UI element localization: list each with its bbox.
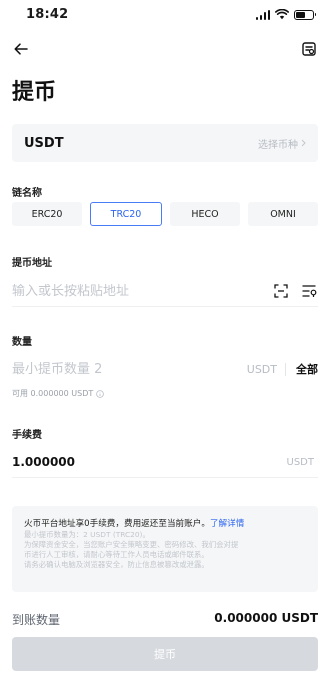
address-divider (12, 306, 318, 307)
chain-option-omni[interactable]: OMNI (248, 202, 318, 226)
address-input[interactable] (12, 283, 232, 299)
coin-selector[interactable]: USDT 选择币种 (12, 124, 318, 162)
fee-divider (12, 477, 318, 478)
notice-line: 请务必确认电脑及浏览器安全，防止信息被篡改或泄露。 (24, 560, 209, 569)
chain-options: ERC20 TRC20 HECO OMNI (12, 202, 318, 226)
fee-unit: USDT (286, 457, 314, 468)
amount-row: USDT 全部 (12, 359, 318, 379)
chain-label: 链名称 (12, 188, 42, 199)
status-icons (255, 9, 316, 20)
status-bar: 18:42 (0, 0, 332, 30)
scan-icon[interactable] (274, 284, 288, 298)
address-row (12, 280, 318, 302)
status-time: 18:42 (26, 7, 69, 22)
withdraw-all-button[interactable]: 全部 (286, 361, 318, 377)
coin-select-hint: 选择币种 (258, 136, 306, 151)
chain-option-erc20[interactable]: ERC20 (12, 202, 82, 226)
coin-name: USDT (24, 135, 64, 151)
address-book-icon[interactable] (302, 284, 318, 298)
notice-title: 火币平台地址享0手续费，费用返还至当前账户。了解详情 (24, 518, 308, 530)
back-arrow-icon[interactable] (10, 38, 32, 60)
notice-line: 币进行人工审核，请耐心等待工作人员电话或邮件联系。 (24, 550, 209, 559)
battery-icon (294, 9, 316, 20)
amount-label: 数量 (12, 337, 32, 348)
address-label: 提币地址 (12, 258, 52, 269)
notice-box: 火币平台地址享0手续费，费用返还至当前账户。了解详情 最小提币数量为：2 USD… (12, 506, 318, 592)
signal-icon (255, 9, 270, 20)
notice-title-text: 火币平台地址享0手续费，费用返还至当前账户。 (24, 519, 210, 529)
available-balance-text: 可用 0.000000 USDT (12, 389, 94, 398)
amount-input[interactable] (12, 361, 232, 377)
amount-unit: USDT (247, 362, 286, 376)
learn-more-link[interactable]: 了解详情 (210, 519, 244, 529)
coin-select-hint-text: 选择币种 (258, 139, 298, 151)
notice-line: 最小提币数量为：2 USDT (TRC20)。 (24, 530, 150, 539)
receive-amount-label: 到账数量 (12, 613, 61, 627)
chain-option-heco[interactable]: HECO (170, 202, 240, 226)
receive-amount-value: 0.000000 USDT (214, 611, 318, 625)
chevron-right-icon (301, 139, 306, 147)
fee-value: 1.000000 (12, 455, 76, 469)
withdraw-submit-button[interactable]: 提币 (12, 637, 318, 671)
withdraw-record-icon[interactable] (298, 38, 320, 60)
info-icon[interactable] (96, 389, 105, 398)
fee-label: 手续费 (12, 430, 42, 441)
chain-option-trc20[interactable]: TRC20 (90, 202, 162, 226)
notice-line: 为保障资金安全，当您账户安全策略变更、密码修改、我们会对提 (24, 540, 239, 549)
page-title: 提币 (12, 80, 57, 105)
available-balance: 可用 0.000000 USDT (12, 388, 105, 399)
wifi-icon (275, 9, 289, 20)
